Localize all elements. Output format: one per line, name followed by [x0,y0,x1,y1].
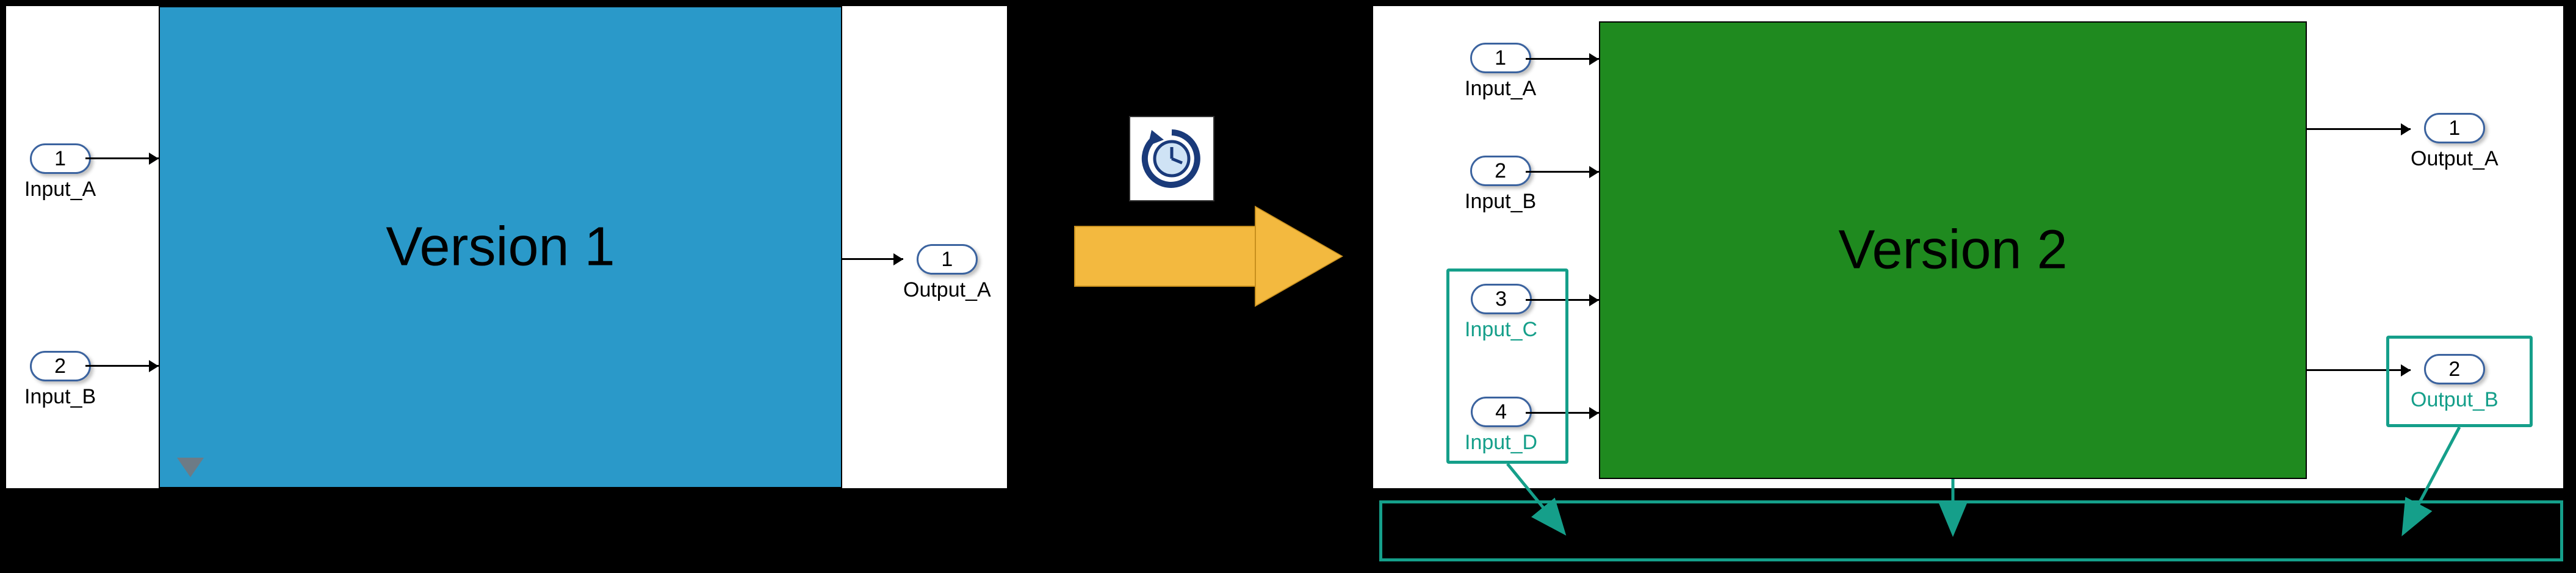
signal-line [1526,412,1599,414]
port-label: Output_A [903,278,991,302]
inport-input-b: 2 Input_B [1465,156,1536,214]
signal-line [85,157,159,159]
port-label: Input_A [1465,77,1536,101]
inport-input-c: 3 Input_C [1465,284,1537,342]
inport-input-b: 2 Input_B [24,351,96,409]
outport-output-a: 1 Output_A [903,244,991,302]
arrowhead-icon [1589,166,1599,178]
port-number: 2 [2424,354,2485,384]
arrowhead-icon [149,360,159,372]
port-number: 2 [1470,156,1531,186]
annotation-bar [1379,500,2563,561]
port-number: 4 [1471,397,1532,427]
inport-input-a: 1 Input_A [1465,43,1536,101]
block-title-v2: Version 2 [1838,219,2067,282]
port-label: Input_B [1465,190,1536,214]
signal-line [2307,369,2411,371]
port-number: 2 [30,351,91,381]
port-label: Output_B [2411,388,2498,412]
signal-line [1526,171,1599,173]
diagram-v1-panel: Version 1 1 Input_A 2 Input_B 1 Output_A [6,6,1007,488]
signal-line [85,365,159,367]
inport-input-a: 1 Input_A [24,143,96,201]
signal-line [2307,128,2411,130]
signal-line [1526,58,1599,60]
signal-line [1526,299,1599,301]
subsystem-block-v1: Version 1 [159,6,842,488]
inport-input-d: 4 Input_D [1465,397,1537,455]
arrowhead-icon [2401,364,2411,377]
port-number: 1 [30,143,91,174]
dropdown-icon [177,458,204,477]
port-label: Input_B [24,385,96,409]
port-number: 1 [917,244,978,275]
arrowhead-icon [1589,407,1599,419]
outport-output-a: 1 Output_A [2411,113,2498,171]
subsystem-block-v2: Version 2 [1599,21,2307,479]
diagram-v2-panel: Version 2 1 Input_A 2 Input_B 3 Input_C … [1373,6,2563,488]
port-label: Input_C [1465,318,1537,342]
block-title-v1: Version 1 [386,216,615,279]
port-label: Output_A [2411,147,2498,171]
outport-output-b: 2 Output_B [2411,354,2498,412]
arrowhead-icon [1589,53,1599,65]
port-label: Input_D [1465,431,1537,455]
port-label: Input_A [24,178,96,201]
arrowhead-icon [1589,294,1599,306]
arrowhead-icon [893,253,903,265]
port-number: 1 [1470,43,1531,73]
port-number: 1 [2424,113,2485,143]
update-clock-icon [1129,116,1214,201]
port-number: 3 [1471,284,1532,314]
arrowhead-icon [149,153,159,165]
transition-arrow-icon [1074,207,1343,305]
arrowhead-icon [2401,123,2411,135]
